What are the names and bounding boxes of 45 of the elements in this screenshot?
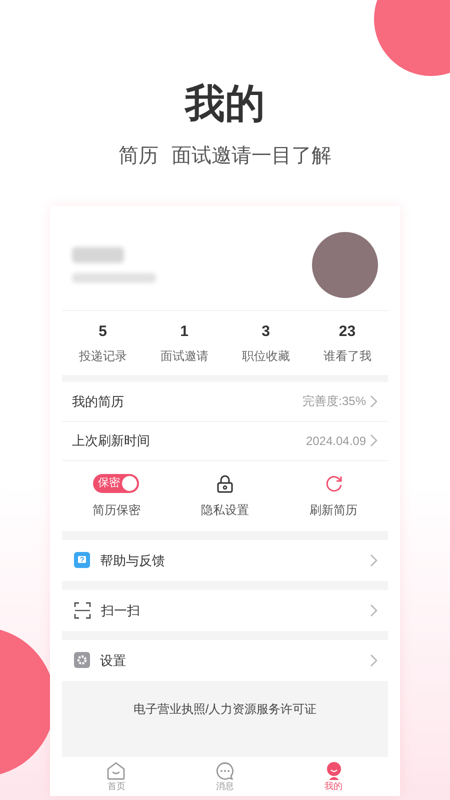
stat-label[interactable]: 谁看了我 [323, 346, 372, 364]
tab-label: 消息 [216, 780, 234, 792]
tab-bar-item[interactable]: 我的 [279, 760, 388, 792]
action-label[interactable]: 简历保密 [92, 500, 140, 519]
menu-label: 帮助与反馈 [100, 552, 165, 570]
chevron-right-icon [370, 434, 378, 448]
help-icon [74, 552, 90, 568]
stat-count[interactable]: 23 [338, 321, 356, 344]
stat-count[interactable]: 5 [98, 321, 107, 344]
chevron-right-icon [370, 394, 378, 408]
row-label: 我的简历 [72, 392, 124, 411]
lock-icon[interactable] [214, 474, 235, 494]
menu-item[interactable]: 设置 [62, 640, 388, 681]
row-label: 上次刷新时间 [72, 432, 150, 450]
tab-label: 我的 [324, 780, 343, 792]
tab-label: 首页 [107, 780, 126, 792]
menu-label: 设置 [100, 652, 126, 670]
stat-label[interactable]: 投递记录 [78, 346, 127, 364]
action-label[interactable]: 隐私设置 [200, 500, 249, 519]
refresh-icon[interactable] [324, 474, 344, 494]
chevron-right-icon [370, 654, 378, 667]
menu-item[interactable]: 帮助与反馈 [62, 540, 388, 581]
scan-icon [74, 602, 91, 619]
settings-icon [74, 652, 90, 668]
page-title: 我的 [185, 84, 265, 124]
home-icon [106, 760, 126, 781]
page-subtitle: 简历 面试邀请一目了解 [118, 142, 332, 169]
stat-count[interactable]: 3 [262, 321, 270, 344]
row-value: 完善度:35% [302, 393, 366, 410]
chevron-right-icon [370, 604, 378, 617]
stat-label[interactable]: 面试邀请 [160, 346, 208, 364]
license-link[interactable]: 电子营业执照/人力资源服务许可证 [133, 700, 317, 718]
resume-row[interactable]: 我的简历 完善度:35% [62, 382, 388, 422]
toggle-knob [122, 476, 138, 492]
menu-item[interactable]: 扫一扫 [62, 590, 388, 631]
resume-row[interactable]: 上次刷新时间 2024.04.09 [62, 422, 388, 461]
chat-icon [214, 760, 235, 781]
stat-label[interactable]: 职位收藏 [242, 346, 290, 364]
toggle-text: 保密 [96, 478, 121, 490]
action-label[interactable]: 刷新简历 [310, 500, 358, 519]
row-value: 2024.04.09 [306, 432, 366, 450]
menu-label: 扫一扫 [101, 602, 140, 620]
stat-count[interactable]: 1 [180, 321, 188, 344]
blurred-name [72, 247, 124, 263]
chevron-right-icon [370, 554, 378, 567]
